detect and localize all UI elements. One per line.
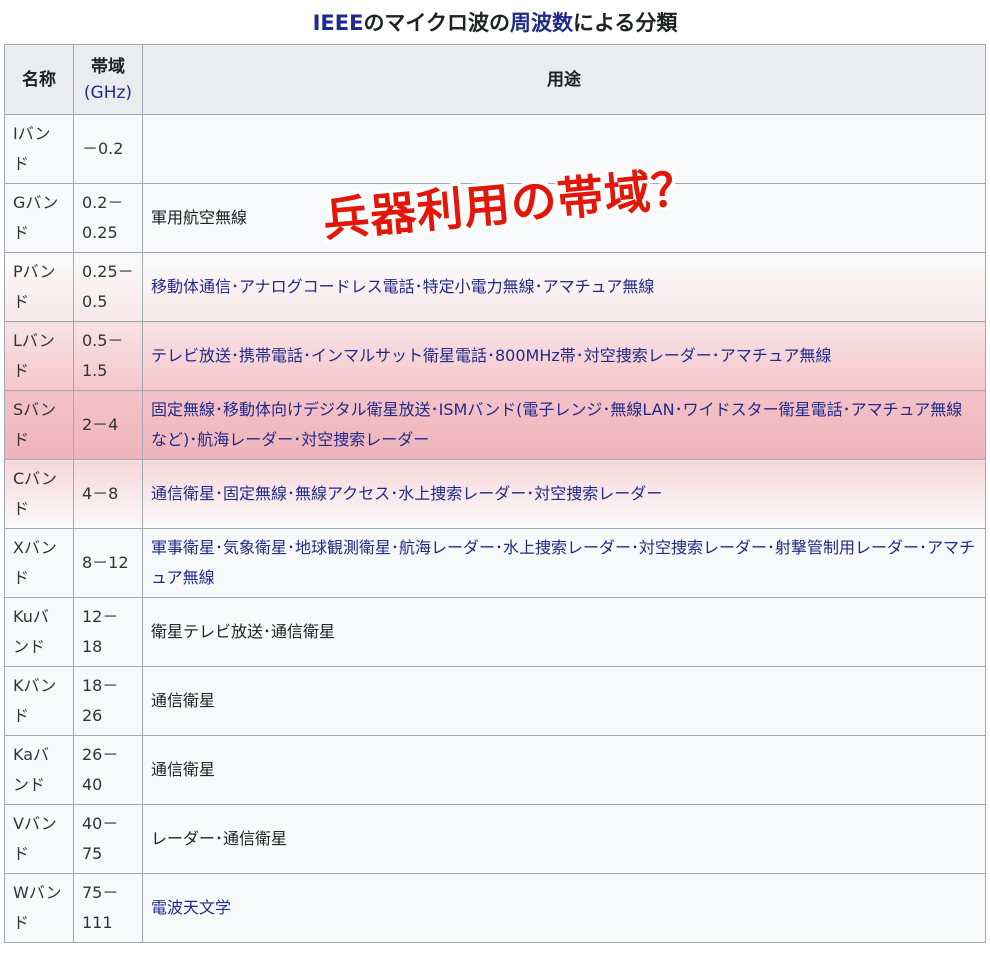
table-row: Wバンド 75－111 電波天文学 bbox=[4, 873, 986, 943]
table-row: Kaバンド 26－40 通信衛星 bbox=[4, 735, 986, 805]
band-use[interactable]: 通信衛星･固定無線･無線アクセス･水上捜索レーダー･対空捜索レーダー bbox=[142, 459, 986, 529]
table-row: Cバンド 4－8 通信衛星･固定無線･無線アクセス･水上捜索レーダー･対空捜索レ… bbox=[4, 459, 986, 529]
band-name: Kaバンド bbox=[4, 735, 74, 805]
band-frequency: 0.25－0.5 bbox=[73, 252, 143, 322]
band-frequency: 0.5－1.5 bbox=[73, 321, 143, 391]
band-use: 衛星テレビ放送･通信衛星 bbox=[142, 597, 986, 667]
band-use[interactable]: 軍事衛星･気象衛星･地球観測衛星･航海レーダー･水上捜索レーダー･対空捜索レーダ… bbox=[142, 528, 986, 598]
band-name: Sバンド bbox=[4, 390, 74, 460]
band-name: Kバンド bbox=[4, 666, 74, 736]
table-row: Xバンド 8－12 軍事衛星･気象衛星･地球観測衛星･航海レーダー･水上捜索レー… bbox=[4, 528, 986, 598]
band-frequency: 12－18 bbox=[73, 597, 143, 667]
band-frequency: 0.2－0.25 bbox=[73, 183, 143, 253]
header-name: 名称 bbox=[4, 44, 74, 115]
band-name: Xバンド bbox=[4, 528, 74, 598]
table-row: Pバンド 0.25－0.5 移動体通信･アナログコードレス電話･特定小電力無線･… bbox=[4, 252, 986, 322]
band-name: Vバンド bbox=[4, 804, 74, 874]
band-frequency: 40－75 bbox=[73, 804, 143, 874]
band-name: Pバンド bbox=[4, 252, 74, 322]
band-use[interactable]: 移動体通信･アナログコードレス電話･特定小電力無線･アマチュア無線 bbox=[142, 252, 986, 322]
table-caption: IEEEのマイクロ波の周波数による分類 bbox=[0, 6, 990, 40]
band-name: Lバンド bbox=[4, 321, 74, 391]
band-name: Iバンド bbox=[4, 114, 74, 184]
table-row: Vバンド 40－75 レーダー･通信衛星 bbox=[4, 804, 986, 874]
band-use[interactable]: 電波天文学 bbox=[142, 873, 986, 943]
caption-link-frequency[interactable]: 周波数 bbox=[510, 11, 573, 35]
band-frequency: 26－40 bbox=[73, 735, 143, 805]
table-row: Iバンド －0.2 bbox=[4, 114, 986, 184]
header-frequency: 帯域 (GHz) bbox=[73, 44, 143, 115]
band-frequency: 18－26 bbox=[73, 666, 143, 736]
band-frequency: 2－4 bbox=[73, 390, 143, 460]
band-use: レーダー･通信衛星 bbox=[142, 804, 986, 874]
header-use: 用途 bbox=[142, 44, 986, 115]
band-use: 通信衛星 bbox=[142, 735, 986, 805]
band-use: 通信衛星 bbox=[142, 666, 986, 736]
table-row: Sバンド 2－4 固定無線･移動体向けデジタル衛星放送･ISMバンド(電子レンジ… bbox=[4, 390, 986, 460]
table-row: Lバンド 0.5－1.5 テレビ放送･携帯電話･インマルサット衛星電話･800M… bbox=[4, 321, 986, 391]
band-name: Kuバンド bbox=[4, 597, 74, 667]
band-use[interactable]: 固定無線･移動体向けデジタル衛星放送･ISMバンド(電子レンジ･無線LAN･ワイ… bbox=[142, 390, 986, 460]
band-frequency: －0.2 bbox=[73, 114, 143, 184]
header-frequency-label: 帯域 bbox=[91, 56, 125, 77]
table-row: Kuバンド 12－18 衛星テレビ放送･通信衛星 bbox=[4, 597, 986, 667]
header-row: 名称 帯域 (GHz) 用途 bbox=[4, 44, 986, 115]
caption-text: のマイクロ波の bbox=[363, 11, 511, 35]
caption-text-suffix: による分類 bbox=[573, 11, 678, 35]
band-frequency: 4－8 bbox=[73, 459, 143, 529]
caption-link-ieee[interactable]: IEEE bbox=[313, 11, 364, 35]
header-frequency-unit[interactable]: (GHz) bbox=[84, 83, 132, 103]
band-frequency: 8－12 bbox=[73, 528, 143, 598]
band-use[interactable]: テレビ放送･携帯電話･インマルサット衛星電話･800MHz帯･対空捜索レーダー･… bbox=[142, 321, 986, 391]
table-row: Kバンド 18－26 通信衛星 bbox=[4, 666, 986, 736]
band-frequency: 75－111 bbox=[73, 873, 143, 943]
band-name: Cバンド bbox=[4, 459, 74, 529]
band-name: Gバンド bbox=[4, 183, 74, 253]
band-name: Wバンド bbox=[4, 873, 74, 943]
